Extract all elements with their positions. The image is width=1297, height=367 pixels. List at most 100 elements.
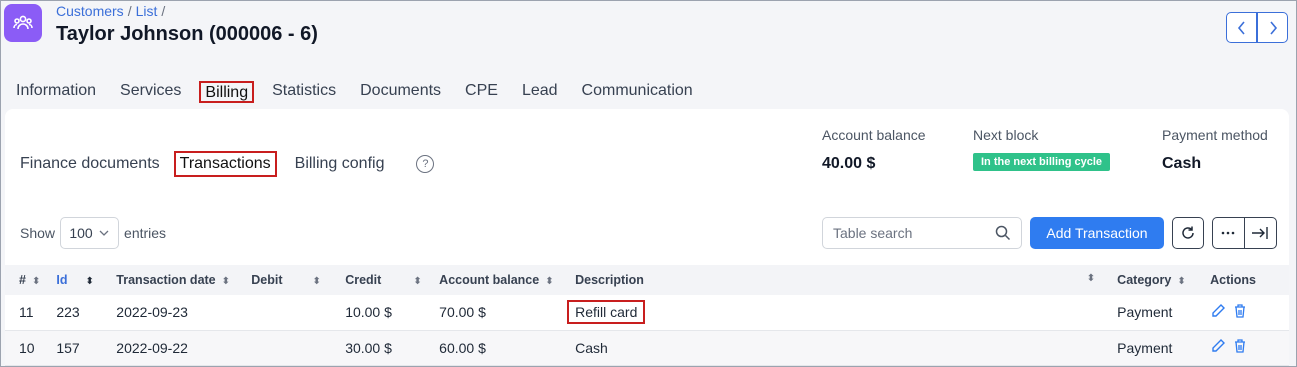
column-header-transaction-date[interactable]: Transaction date ⬍ bbox=[108, 265, 243, 295]
table-search bbox=[822, 217, 1022, 249]
breadcrumb-customers[interactable]: Customers bbox=[56, 3, 124, 19]
edit-icon[interactable] bbox=[1210, 303, 1226, 319]
cell-debit bbox=[243, 330, 337, 365]
cell-date: 2022-09-22 bbox=[116, 339, 188, 356]
edit-icon[interactable] bbox=[1210, 338, 1226, 354]
column-header-id[interactable]: Id ⬍ bbox=[48, 265, 108, 295]
table-search-input[interactable] bbox=[833, 225, 983, 241]
cell-debit bbox=[243, 295, 337, 330]
table-header-row: # ⬍ Id ⬍ Transaction date ⬍ Debit ⬍ Credit ⬍ … bbox=[5, 265, 1289, 295]
header-label: Credit bbox=[345, 273, 382, 287]
tab-statistics[interactable]: Statistics bbox=[272, 81, 336, 103]
customers-app-icon bbox=[4, 4, 42, 42]
app-frame: Customers / List / Taylor Johnson (000006 -… bbox=[0, 0, 1297, 367]
header-label: Debit bbox=[251, 273, 283, 287]
cell-id: 157 bbox=[56, 339, 80, 356]
column-header-debit[interactable]: Debit ⬍ bbox=[243, 265, 337, 295]
sort-icon: ⬍ bbox=[1177, 276, 1186, 287]
sort-icon: ⬍ bbox=[1086, 273, 1096, 284]
entries-select[interactable]: 100 bbox=[60, 217, 120, 249]
tab-lead[interactable]: Lead bbox=[522, 81, 558, 103]
cell-balance: 60.00 $ bbox=[439, 339, 486, 356]
header-label: # bbox=[19, 273, 26, 287]
tab-billing[interactable]: Billing bbox=[199, 81, 255, 103]
header-label: Id bbox=[56, 273, 68, 287]
breadcrumb-list[interactable]: List bbox=[136, 3, 158, 19]
cell-description: Cash bbox=[575, 339, 608, 356]
account-balance: Account balance 40.00 $ bbox=[822, 127, 926, 173]
sort-icon: ⬍ bbox=[413, 276, 422, 287]
cell-category: Payment bbox=[1117, 304, 1173, 321]
payment-method-label: Payment method bbox=[1162, 127, 1268, 143]
help-icon[interactable]: ? bbox=[416, 155, 435, 173]
subtab-finance-documents[interactable]: Finance documents bbox=[20, 155, 160, 173]
sort-icon: ⬍ bbox=[85, 276, 94, 287]
chevron-down-icon bbox=[99, 230, 109, 236]
cell-balance: 70.00 $ bbox=[439, 304, 486, 321]
column-header-account-balance[interactable]: Account balance ⬍ bbox=[431, 265, 567, 295]
next-block: Next block In the next billing cycle bbox=[973, 127, 1111, 171]
header-label: Account balance bbox=[439, 273, 540, 287]
cell-description: Refill card bbox=[567, 295, 1109, 330]
billing-panel: Finance documents Transactions Billing c… bbox=[5, 109, 1289, 366]
payment-method: Payment method Cash bbox=[1162, 127, 1268, 173]
next-record-button[interactable] bbox=[1257, 12, 1288, 43]
payment-method-value: Cash bbox=[1162, 155, 1202, 172]
sort-icon: ⬍ bbox=[545, 276, 554, 287]
refresh-icon bbox=[1182, 226, 1194, 239]
column-header-number[interactable]: # ⬍ bbox=[5, 265, 48, 295]
column-header-credit[interactable]: Credit ⬍ bbox=[337, 265, 431, 295]
account-balance-label: Account balance bbox=[822, 127, 926, 143]
billing-subtabs: Finance documents Transactions Billing c… bbox=[20, 151, 435, 177]
chevron-left-icon bbox=[1237, 20, 1245, 35]
breadcrumb-separator: / bbox=[161, 3, 166, 19]
account-balance-value: 40.00 $ bbox=[822, 155, 876, 172]
cell-actions bbox=[1202, 295, 1289, 330]
cell-date: 2022-09-23 bbox=[116, 304, 188, 321]
table-row[interactable]: 10 157 2022-09-22 30.00 $ 60.00 $ Cash P… bbox=[5, 330, 1289, 365]
tab-documents[interactable]: Documents bbox=[360, 81, 441, 103]
tab-communication[interactable]: Communication bbox=[582, 81, 693, 103]
tab-information[interactable]: Information bbox=[16, 81, 96, 103]
show-label: Show bbox=[20, 225, 56, 241]
header-label: Transaction date bbox=[116, 273, 216, 287]
previous-record-button[interactable] bbox=[1226, 12, 1257, 43]
breadcrumb-separator: / bbox=[127, 3, 132, 19]
refresh-button[interactable] bbox=[1172, 217, 1204, 249]
search-icon[interactable] bbox=[995, 225, 1011, 241]
breadcrumb: Customers / List / bbox=[56, 3, 169, 19]
chevron-right-icon bbox=[1269, 20, 1277, 35]
column-header-description[interactable]: Description ⬍ bbox=[567, 265, 1109, 295]
entries-label: entries bbox=[124, 225, 167, 241]
table-row[interactable]: 11 223 2022-09-23 10.00 $ 70.00 $ Refill… bbox=[5, 295, 1289, 330]
next-block-label: Next block bbox=[973, 127, 1039, 143]
next-block-badge: In the next billing cycle bbox=[973, 153, 1111, 171]
trash-icon[interactable] bbox=[1232, 338, 1248, 354]
cell-credit: 10.00 $ bbox=[345, 304, 392, 321]
cell-credit: 30.00 $ bbox=[345, 339, 392, 356]
table-tools-group bbox=[1212, 217, 1277, 249]
main-tabs: Information Services Billing Statistics … bbox=[16, 81, 717, 103]
sort-icon: ⬍ bbox=[221, 276, 231, 287]
trash-icon[interactable] bbox=[1232, 303, 1248, 319]
subtab-transactions[interactable]: Transactions bbox=[173, 151, 277, 177]
cell-category: Payment bbox=[1117, 339, 1173, 356]
add-transaction-button[interactable]: Add Transaction bbox=[1030, 217, 1164, 249]
description-highlight: Refill card bbox=[567, 300, 646, 325]
record-navigation bbox=[1226, 12, 1288, 43]
cell-number: 11 bbox=[19, 304, 34, 321]
page-title: Taylor Johnson (000006 - 6) bbox=[56, 23, 318, 45]
cell-id: 223 bbox=[56, 304, 80, 321]
tab-services[interactable]: Services bbox=[120, 81, 181, 103]
entries-control: Show 100 entries bbox=[20, 217, 166, 249]
column-header-actions: Actions bbox=[1202, 265, 1289, 295]
sort-icon: ⬍ bbox=[312, 276, 321, 287]
more-options-icon[interactable] bbox=[1213, 218, 1245, 248]
transactions-table: # ⬍ Id ⬍ Transaction date ⬍ Debit ⬍ Credit ⬍ … bbox=[5, 265, 1289, 366]
column-header-category[interactable]: Category ⬍ bbox=[1109, 265, 1202, 295]
subtab-billing-config[interactable]: Billing config bbox=[295, 155, 385, 173]
tab-cpe[interactable]: CPE bbox=[465, 81, 498, 103]
entries-count: 100 bbox=[69, 225, 93, 241]
export-icon[interactable] bbox=[1245, 226, 1276, 240]
header-label: Description bbox=[575, 273, 644, 287]
